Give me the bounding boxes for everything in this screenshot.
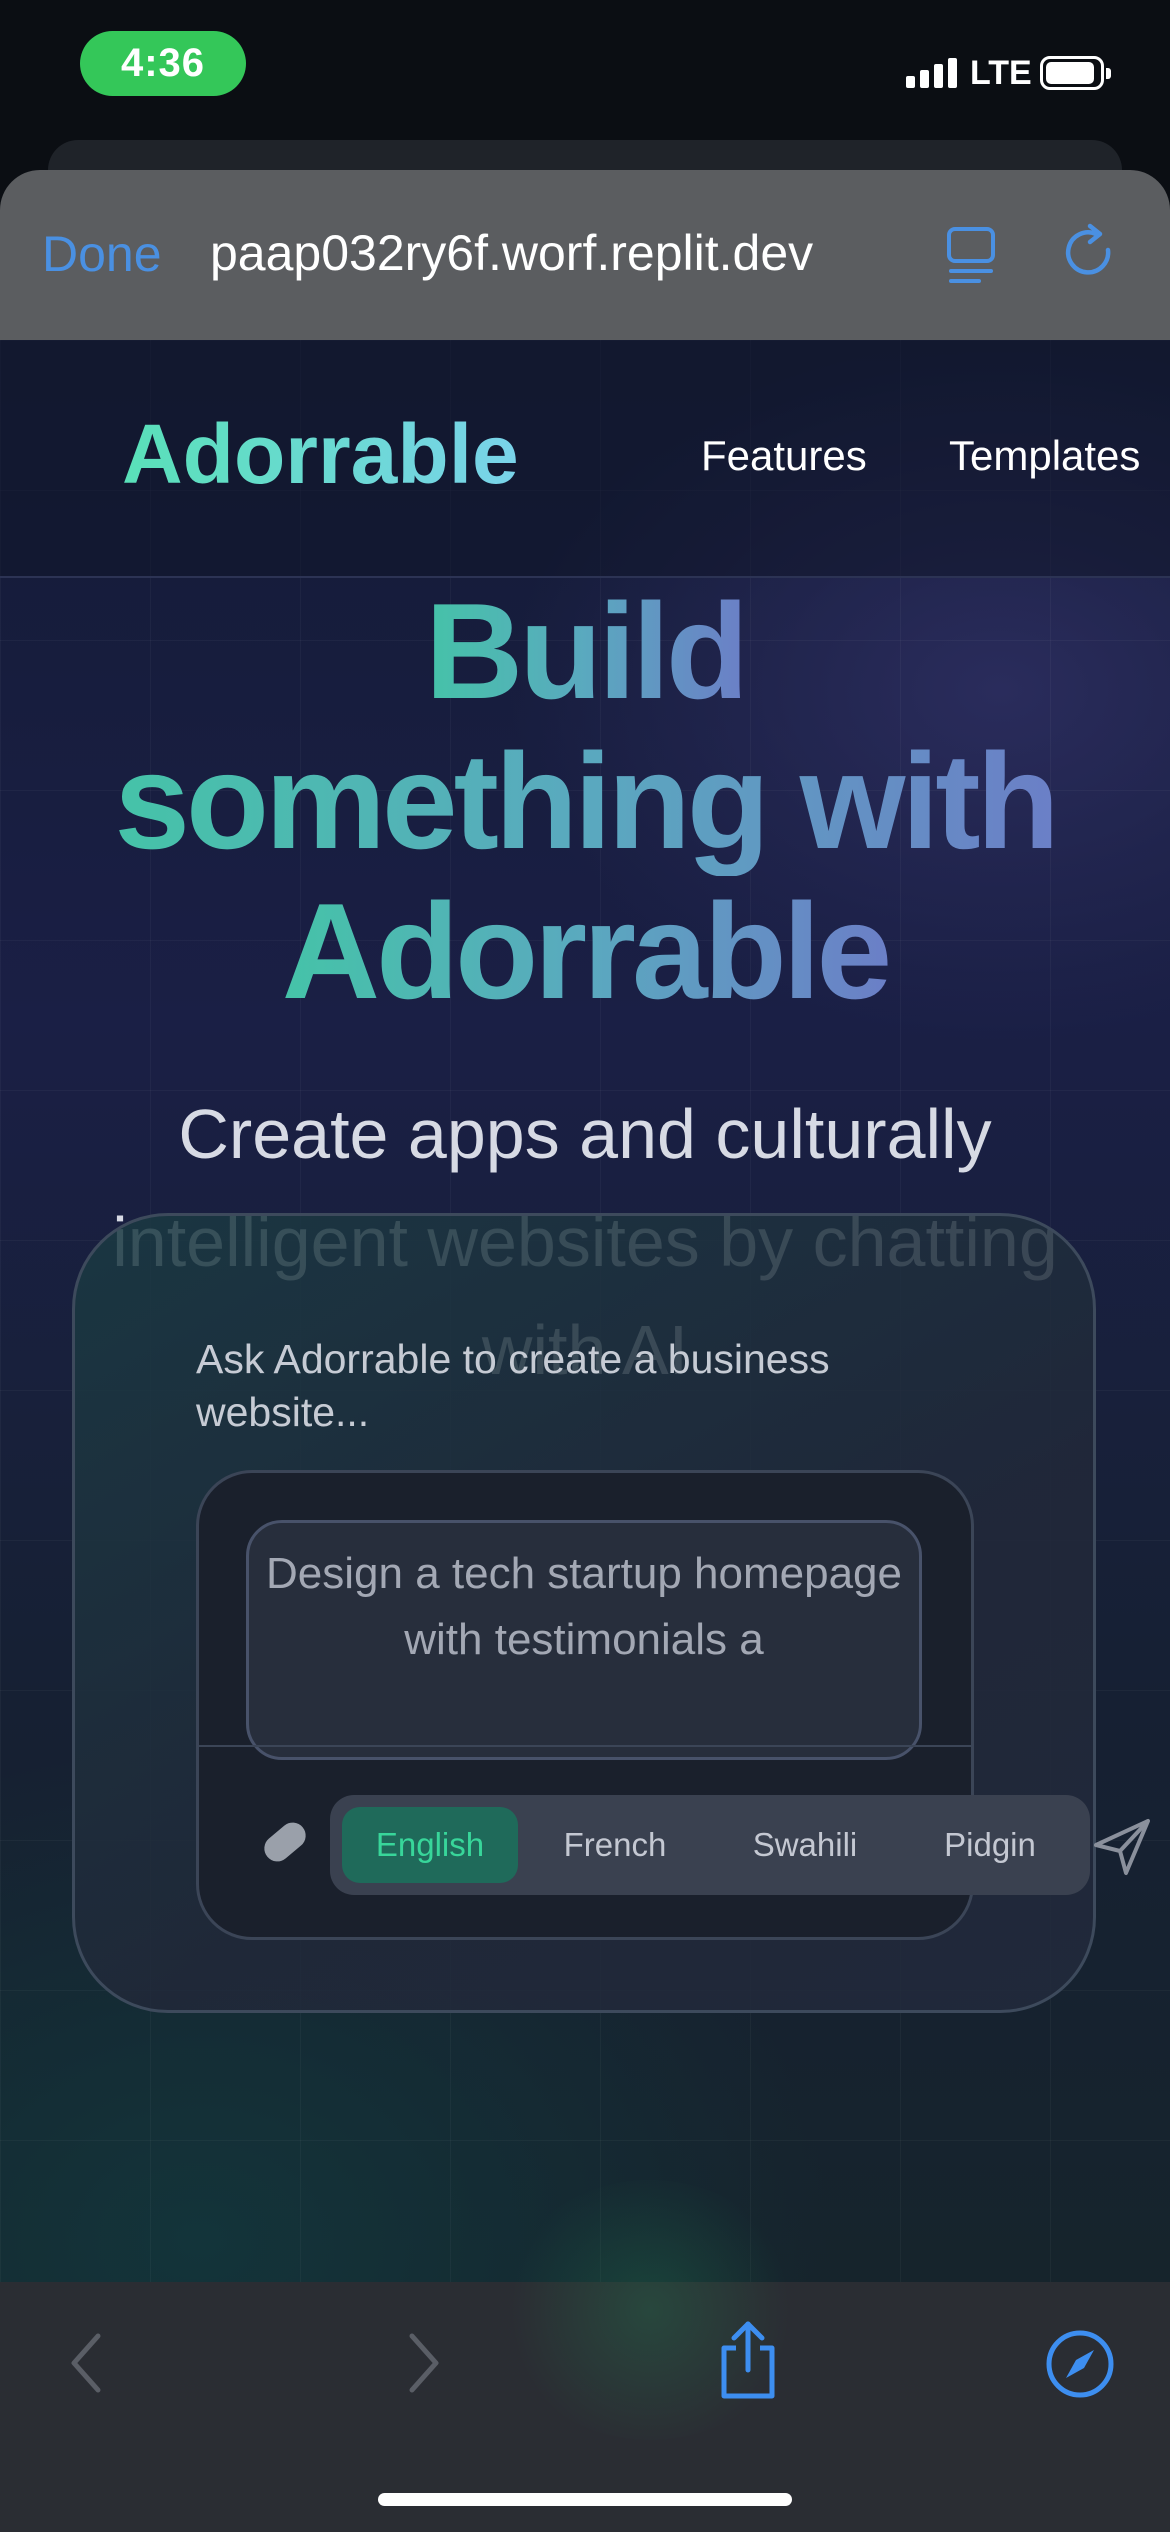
url-field[interactable]: paap032ry6f.worf.replit.dev xyxy=(210,224,900,282)
language-option-french[interactable]: French xyxy=(530,1807,700,1883)
hero-title-line-3: Adorrable xyxy=(281,875,892,1027)
language-option-pidgin[interactable]: Pidgin xyxy=(900,1807,1080,1883)
site-nav: Adorrable Features Templates xyxy=(0,340,1170,578)
nav-link-templates[interactable]: Templates xyxy=(949,432,1140,480)
share-icon[interactable] xyxy=(716,2318,780,2402)
status-bar: 4:36 LTE xyxy=(0,0,1170,130)
language-option-swahili[interactable]: Swahili xyxy=(720,1807,890,1883)
input-divider xyxy=(196,1745,974,1747)
status-time[interactable]: 4:36 xyxy=(80,31,246,96)
hero-title: Build something with Adorrable xyxy=(0,576,1170,1026)
hero-title-line-1: Build xyxy=(425,575,749,727)
language-option-english[interactable]: English xyxy=(342,1807,518,1883)
back-icon[interactable] xyxy=(66,2330,106,2396)
hero-title-line-2: something with xyxy=(114,725,1059,877)
network-label: LTE xyxy=(970,54,1032,92)
nav-link-features[interactable]: Features xyxy=(701,432,867,480)
signal-icon xyxy=(906,58,957,88)
browser-top-bar: Done paap032ry6f.worf.replit.dev xyxy=(0,170,1170,340)
reload-icon[interactable] xyxy=(1062,222,1120,284)
language-selector: English French Swahili Pidgin xyxy=(330,1795,1090,1895)
send-icon[interactable] xyxy=(1090,1815,1154,1879)
forward-icon[interactable] xyxy=(404,2330,444,2396)
battery-icon xyxy=(1040,56,1111,90)
reader-mode-icon[interactable] xyxy=(945,225,1001,285)
done-button[interactable]: Done xyxy=(42,225,162,283)
home-indicator[interactable] xyxy=(378,2493,792,2506)
compass-icon[interactable] xyxy=(1044,2328,1116,2400)
prompt-textarea[interactable]: Design a tech startup homepage with test… xyxy=(246,1520,922,1760)
attachment-icon[interactable] xyxy=(256,1815,316,1875)
prompt-label: Ask Adorrable to create a business websi… xyxy=(196,1336,830,1435)
brand-logo[interactable]: Adorrable xyxy=(122,406,519,503)
